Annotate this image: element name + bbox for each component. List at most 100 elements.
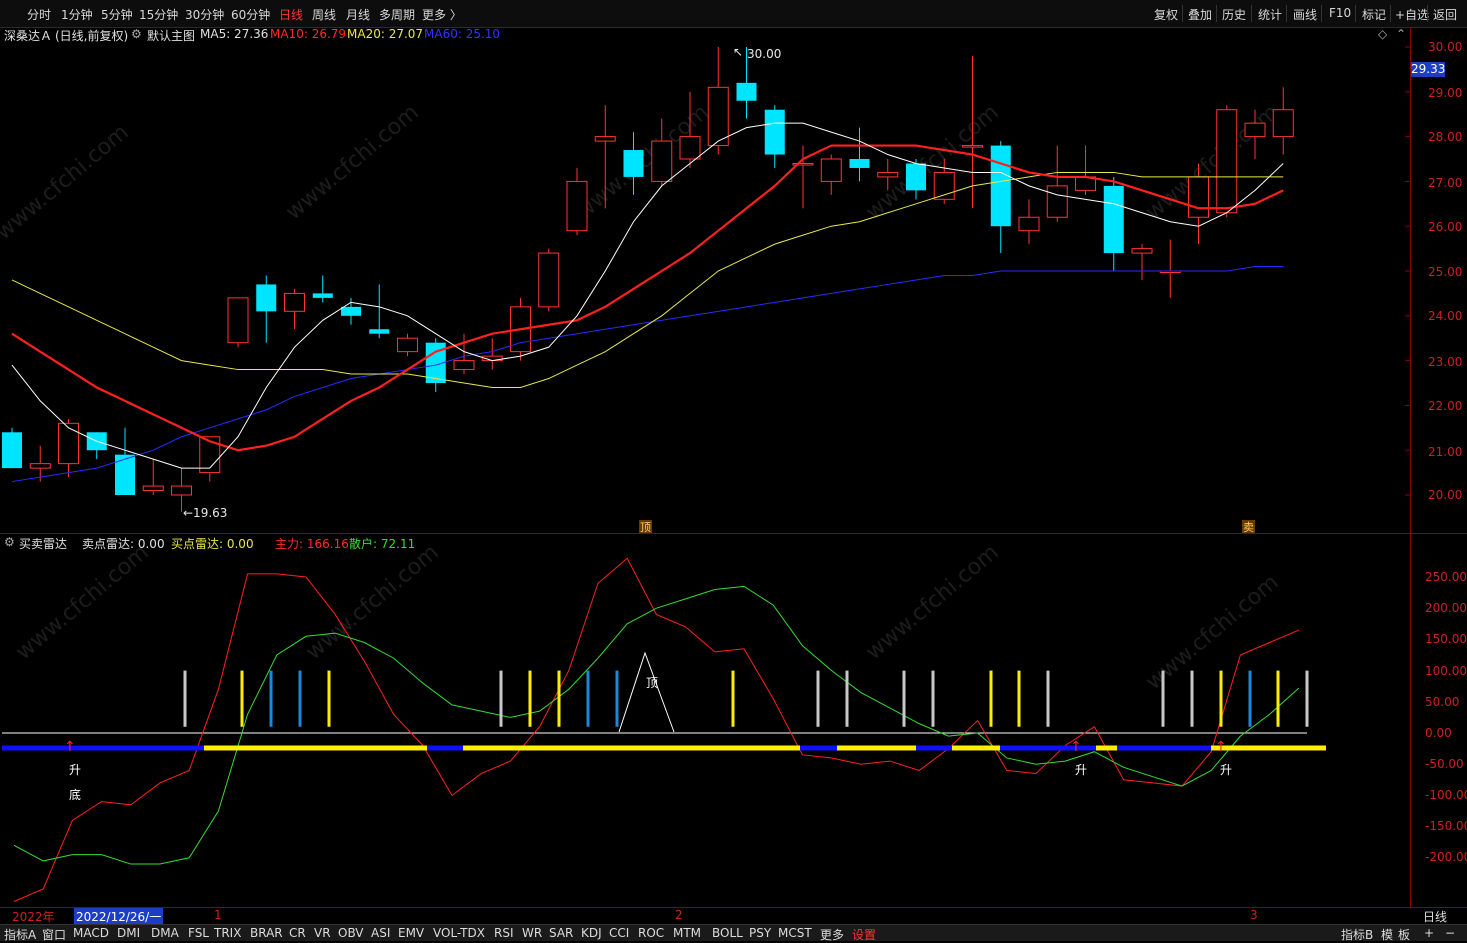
tab-trix[interactable]: TRIX <box>214 926 241 940</box>
tab-cci[interactable]: CCI <box>609 926 629 940</box>
trend-band-segment <box>1096 745 1117 751</box>
tab-kdj[interactable]: KDJ <box>581 926 602 940</box>
tool-fuquan-button[interactable]: 复权 <box>1154 6 1178 23</box>
tab-brar[interactable]: BRAR <box>250 926 283 940</box>
tab-macd[interactable]: MACD <box>73 926 109 940</box>
date-axis: 2022年 2022/12/26/一 1 2 3 日线 <box>0 908 1467 925</box>
candle-body <box>877 171 899 178</box>
period-fenshi[interactable]: 分时 <box>27 6 51 23</box>
sell-marker: 卖 <box>1243 521 1254 534</box>
trend-band-segment <box>427 745 463 751</box>
candle-body <box>341 306 361 316</box>
tab-vol-tdx[interactable]: VOL-TDX <box>433 926 485 940</box>
tab-psy[interactable]: PSY <box>749 926 771 940</box>
candle-body <box>736 82 757 101</box>
ma5-line <box>11 122 1284 469</box>
candle-body <box>906 163 926 191</box>
tab-dmi[interactable]: DMI <box>117 926 140 940</box>
tab-vr[interactable]: VR <box>314 926 331 940</box>
tab-mcst[interactable]: MCST <box>778 926 812 940</box>
indicator-tick: 150.00 <box>1425 632 1467 646</box>
period-30min[interactable]: 30分钟 <box>185 6 224 23</box>
price-tick: 21.00 <box>1428 445 1463 459</box>
toolbar-divider <box>1390 5 1391 22</box>
tab-wr[interactable]: WR <box>522 926 542 940</box>
tool-stats-button[interactable]: 统计 <box>1258 6 1282 23</box>
tool-overlay-button[interactable]: 叠加 <box>1188 6 1212 23</box>
period-monthly[interactable]: 月线 <box>346 6 370 23</box>
tool-back-button[interactable]: 返回 <box>1433 6 1457 23</box>
indicator-tick: -50.00 <box>1425 757 1464 771</box>
rise-label: 升 <box>1075 763 1087 777</box>
tool-f10-button[interactable]: F10 <box>1329 6 1351 20</box>
toolbar-divider <box>1251 5 1252 22</box>
tab-sar[interactable]: SAR <box>549 926 573 940</box>
price-tick: 23.00 <box>1428 355 1463 369</box>
toolbar-divider <box>1216 5 1217 22</box>
period-5min[interactable]: 5分钟 <box>101 6 133 23</box>
ma10-line <box>11 144 1284 452</box>
rise-label: 升 <box>1220 763 1232 777</box>
candle-body <box>1018 216 1040 232</box>
period-more[interactable]: 更多 〉 <box>422 6 462 23</box>
candle-body <box>1131 248 1153 254</box>
tab-dma[interactable]: DMA <box>151 926 179 940</box>
tab-obv[interactable]: OBV <box>338 926 364 940</box>
tool-draw-button[interactable]: 画线 <box>1293 6 1317 23</box>
tool-mark-button[interactable]: 标记 <box>1362 6 1386 23</box>
price-tick: 30.00 <box>1428 40 1463 54</box>
candle-body <box>962 145 983 148</box>
period-daily[interactable]: 日线 <box>279 6 303 23</box>
toolbar-divider <box>1427 5 1428 22</box>
candle-body <box>707 86 729 147</box>
period-60min[interactable]: 60分钟 <box>231 6 270 23</box>
tab-mo[interactable]: 模 <box>1381 926 1393 943</box>
indicator-tick: 50.00 <box>1425 695 1460 709</box>
candle-body <box>820 158 842 182</box>
period-15min[interactable]: 15分钟 <box>139 6 178 23</box>
tab-cr[interactable]: CR <box>289 926 306 940</box>
tab-roc[interactable]: ROC <box>638 926 664 940</box>
add-icon[interactable]: + <box>1424 926 1434 940</box>
tool-add-favorite-button[interactable]: +自选 <box>1395 6 1429 23</box>
tab-boll[interactable]: BOLL <box>712 926 743 940</box>
tab-ban[interactable]: 板 <box>1398 926 1410 943</box>
tab-indicator-b[interactable]: 指标B <box>1341 926 1373 943</box>
candle-body <box>312 293 333 298</box>
candle-body <box>623 150 644 177</box>
kline-chart[interactable]: 30.00 ↖ ←19.63 顶 卖 顶 ↑ 升 底 ↑ 升 ↑ 升 <box>0 27 1410 909</box>
top-toolbar: 分时 1分钟 5分钟 15分钟 30分钟 60分钟 日线 周线 月线 多周期 更… <box>0 0 1467 28</box>
low-price-label: ←19.63 <box>183 506 227 520</box>
price-tick: 29.00 <box>1428 86 1463 100</box>
candle-body <box>58 422 79 465</box>
rise-label: 升 <box>69 763 81 777</box>
tab-rsi[interactable]: RSI <box>494 926 514 940</box>
main-force-line <box>13 557 1299 902</box>
candle-body <box>1244 122 1266 138</box>
candle-body <box>594 136 616 142</box>
tab-asi[interactable]: ASI <box>371 926 390 940</box>
tab-window[interactable]: 窗口 <box>42 926 66 943</box>
candle-body <box>538 252 560 308</box>
tool-history-button[interactable]: 历史 <box>1222 6 1246 23</box>
trend-band-segment <box>1211 745 1326 751</box>
period-1min[interactable]: 1分钟 <box>61 6 93 23</box>
tab-more[interactable]: 更多 <box>820 926 844 943</box>
tab-emv[interactable]: EMV <box>398 926 424 940</box>
tab-settings[interactable]: 设置 <box>852 926 876 943</box>
tab-indicator-a[interactable]: 指标A <box>4 926 36 943</box>
tab-mtm[interactable]: MTM <box>673 926 701 940</box>
indicator-tabbar: 指标A 窗口 MACD DMI DMA FSL TRIX BRAR CR VR … <box>0 924 1467 943</box>
minus-icon[interactable]: − <box>1445 926 1455 940</box>
period-weekly[interactable]: 周线 <box>312 6 336 23</box>
period-multi[interactable]: 多周期 <box>379 6 415 23</box>
tab-fsl[interactable]: FSL <box>188 926 209 940</box>
toolbar-divider <box>1182 5 1183 22</box>
month-label: 1 <box>214 908 222 922</box>
candle-body <box>849 159 870 168</box>
toolbar-divider <box>1355 5 1356 22</box>
top-triangle <box>618 651 675 733</box>
candle-body <box>2 432 22 469</box>
candle-body <box>453 360 475 371</box>
top-marker: 顶 <box>640 521 651 534</box>
